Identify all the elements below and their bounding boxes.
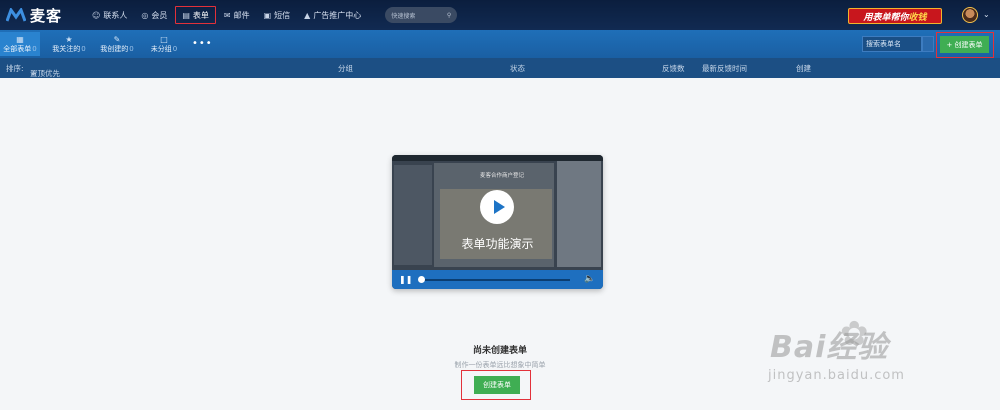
create-form-button[interactable]: 创建表单 <box>474 376 520 394</box>
sort-label: 排序: <box>6 64 24 73</box>
nav-sms[interactable]: ▣ 短信 <box>258 6 297 24</box>
column-header-created[interactable]: 创建 <box>796 63 811 74</box>
play-icon[interactable] <box>480 190 514 224</box>
tab-following[interactable]: ★ 我关注的0 <box>48 32 90 56</box>
user-icon: ☺ <box>92 10 101 20</box>
app-logo[interactable]: 麦客 <box>6 5 86 26</box>
column-header-status[interactable]: 状态 <box>510 63 525 74</box>
quick-search-placeholder: 快速搜索 <box>391 12 416 20</box>
promo-highlight: 收钱 <box>908 12 927 23</box>
tab-label: 全部表单 <box>3 44 32 53</box>
vip-icon: ◎ <box>141 10 149 20</box>
nav-label: 联系人 <box>103 10 128 20</box>
search-icon: ⚲ <box>446 11 452 19</box>
volume-icon[interactable]: 🔈 <box>584 274 595 284</box>
form-name-search-input[interactable]: 搜索表单名 <box>862 36 922 52</box>
nav-label: 邮件 <box>233 10 250 20</box>
tab-count: 0 <box>81 44 86 53</box>
tab-label: 未分组 <box>150 44 172 53</box>
tab-label-wrap: 我关注的0 <box>52 44 85 54</box>
chevron-down-icon: ⌄ <box>30 68 37 77</box>
column-header-group[interactable]: 分组 <box>338 63 353 74</box>
quick-search-input[interactable]: 快速搜索 ⚲ <box>385 7 458 23</box>
empty-state-title: 尚未创建表单 <box>472 346 527 356</box>
nav-forms[interactable]: ▤ 表单 <box>175 6 216 24</box>
watermark-brand: Bai经验 <box>770 330 889 365</box>
table-header: 排序: 置顶优先 ⌄ 分组 状态 反馈数 最新反馈时间 创建 <box>0 58 1000 78</box>
tab-label-wrap: 全部表单0 <box>3 44 36 54</box>
video-progress-track[interactable] <box>420 279 570 281</box>
mail-icon: ✉ <box>223 10 231 20</box>
column-header-feedback-count[interactable]: 反馈数 <box>662 63 685 74</box>
form-toolbar: ▦ 全部表单0 ★ 我关注的0 ✎ 我创建的0 □ 未分组0 ••• <box>0 30 1000 58</box>
tab-label: 我关注的 <box>52 44 81 53</box>
nav-contacts[interactable]: ☺ 联系人 <box>86 6 133 24</box>
video-controls: ❚❚ 🔈 <box>392 270 603 289</box>
tab-count: 0 <box>32 44 37 53</box>
pencil-icon: ✎ <box>113 34 121 44</box>
tab-label-wrap: 未分组0 <box>151 44 177 54</box>
tab-created-by-me[interactable]: ✎ 我创建的0 <box>96 32 138 56</box>
form-icon: ▤ <box>182 10 190 20</box>
create-form-highlight: + 创建表单 <box>936 32 994 58</box>
tab-label-wrap: 我创建的0 <box>100 44 133 54</box>
create-form-button-top[interactable]: + 创建表单 <box>940 36 989 53</box>
column-header-latest-feedback[interactable]: 最新反馈时间 <box>702 63 747 74</box>
main-nav: ☺ 联系人 ◎ 会员 ▤ 表单 ✉ 邮件 ▣ 短信 ▲ 广告推广中心 快速搜索 … <box>86 0 458 30</box>
create-form-highlight-bottom: 创建表单 <box>461 370 531 400</box>
logo-icon <box>6 8 26 22</box>
video-screen: 麦客合作商户登记 表单功能演示 <box>392 155 603 270</box>
grid-icon: ▦ <box>16 34 24 44</box>
watermark-url: jingyan.baidu.com <box>768 368 905 383</box>
search-button[interactable] <box>922 36 934 52</box>
tab-all-forms[interactable]: ▦ 全部表单0 <box>0 32 40 56</box>
top-nav-bar: 麦客 ☺ 联系人 ◎ 会员 ▤ 表单 ✉ 邮件 ▣ 短信 ▲ 广告推广中心 快速… <box>0 0 1000 30</box>
more-options-button[interactable]: ••• <box>192 38 213 49</box>
nav-members[interactable]: ◎ 会员 <box>135 6 173 24</box>
paw-icon: ✿ <box>840 314 869 354</box>
nav-label: 短信 <box>274 10 291 20</box>
tab-ungrouped[interactable]: □ 未分组0 <box>146 32 182 56</box>
nav-label: 广告推广中心 <box>313 10 362 20</box>
nav-mail[interactable]: ✉ 邮件 <box>218 6 256 24</box>
star-icon: ★ <box>65 34 73 44</box>
tab-count: 0 <box>129 44 134 53</box>
tab-label: 我创建的 <box>100 44 129 53</box>
app-name: 麦客 <box>30 6 63 25</box>
nav-label: 会员 <box>151 10 168 20</box>
chevron-down-icon[interactable]: ⌄ <box>983 10 990 19</box>
video-progress-handle[interactable] <box>418 276 425 283</box>
tab-count: 0 <box>172 44 178 53</box>
pause-icon[interactable]: ❚❚ <box>399 275 412 284</box>
empty-state-subtitle: 制作一份表单远比想象中简单 <box>454 361 546 369</box>
nav-ad-center[interactable]: ▲ 广告推广中心 <box>298 6 367 24</box>
demo-video-player[interactable]: 麦客合作商户登记 表单功能演示 ❚❚ 🔈 <box>392 155 603 289</box>
video-frame-heading: 麦客合作商户登记 <box>479 173 524 179</box>
folder-icon: □ <box>160 34 168 44</box>
nav-label: 表单 <box>192 10 209 20</box>
promo-text: 用表单帮你 <box>863 12 909 23</box>
video-caption: 表单功能演示 <box>461 237 534 251</box>
ad-icon: ▲ <box>304 10 311 20</box>
sms-icon: ▣ <box>263 10 272 20</box>
avatar[interactable] <box>962 7 978 23</box>
promo-banner[interactable]: 用表单帮你 收钱 <box>848 8 942 24</box>
